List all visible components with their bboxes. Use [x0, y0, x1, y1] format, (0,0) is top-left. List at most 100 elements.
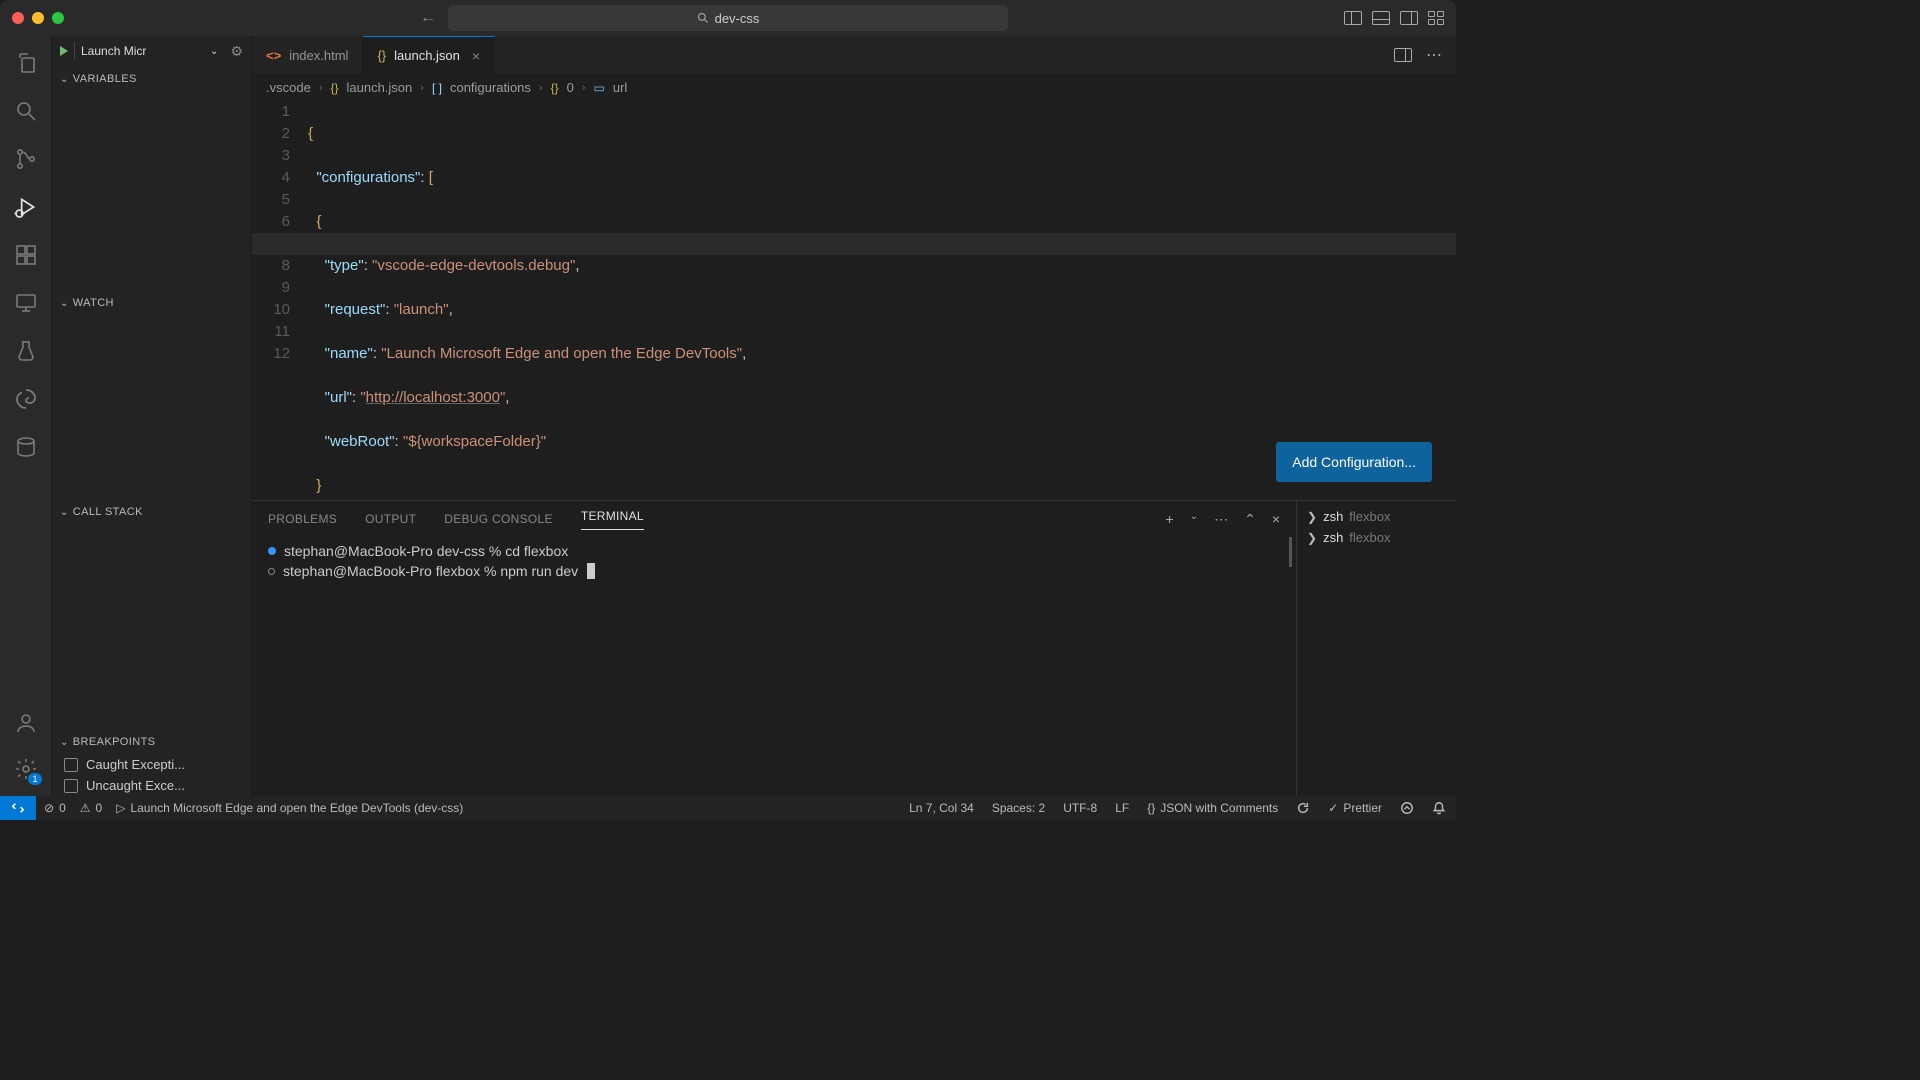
breadcrumb-item[interactable]: configurations: [450, 80, 531, 95]
feedback-icon[interactable]: [1400, 801, 1414, 815]
search-icon[interactable]: [13, 98, 39, 124]
terminal-output[interactable]: stephan@MacBook-Pro dev-css % cd flexbox…: [252, 537, 1296, 796]
terminal-line: stephan@MacBook-Pro flexbox % npm run de…: [283, 561, 578, 581]
breadcrumb-item[interactable]: url: [613, 80, 627, 95]
remote-explorer-icon[interactable]: [13, 290, 39, 316]
debug-alt-icon: ▷: [116, 801, 125, 815]
more-actions-icon[interactable]: ⋯: [1214, 511, 1228, 528]
breakpoint-item[interactable]: Caught Excepti...: [52, 754, 251, 775]
remote-indicator[interactable]: [0, 796, 36, 820]
debug-settings-icon[interactable]: ⚙: [230, 43, 243, 60]
prettier-status[interactable]: ✓Prettier: [1328, 801, 1382, 815]
close-window[interactable]: [12, 12, 24, 24]
terminal-cursor: [587, 563, 595, 579]
tab-launch-json[interactable]: {} launch.json ×: [363, 36, 495, 74]
close-tab-icon[interactable]: ×: [472, 48, 480, 64]
explorer-icon[interactable]: [13, 50, 39, 76]
tab-index-html[interactable]: <> index.html: [252, 36, 363, 74]
debug-toolbar: Launch Micr ⌄ ⚙: [52, 36, 251, 67]
maximize-window[interactable]: [52, 12, 64, 24]
breakpoint-item[interactable]: Uncaught Exce...: [52, 775, 251, 796]
breadcrumb-item[interactable]: launch.json: [347, 80, 413, 95]
tab-debug-console[interactable]: DEBUG CONSOLE: [444, 512, 553, 526]
terminal-icon: ❯: [1307, 510, 1317, 524]
html-file-icon: <>: [266, 48, 281, 63]
source-control-icon[interactable]: [13, 146, 39, 172]
titlebar: ← → dev-css: [0, 0, 1456, 36]
terminal-dropdown-icon[interactable]: ⌄: [1190, 511, 1198, 528]
indentation-status[interactable]: Spaces: 2: [992, 801, 1045, 815]
breakpoints-header[interactable]: ⌄BREAKPOINTS: [52, 730, 251, 754]
settings-gear-icon[interactable]: 1: [13, 756, 39, 782]
run-target-status[interactable]: ▷Launch Microsoft Edge and open the Edge…: [116, 801, 463, 815]
window-controls: [12, 12, 64, 24]
accounts-icon[interactable]: [13, 710, 39, 736]
search-icon: [697, 12, 709, 24]
tab-terminal[interactable]: TERMINAL: [581, 509, 644, 530]
sql-tools-icon[interactable]: [13, 434, 39, 460]
terminal-icon: ❯: [1307, 531, 1317, 545]
terminal-marker-icon: [268, 568, 275, 575]
language-mode[interactable]: {}JSON with Comments: [1147, 801, 1278, 815]
code-editor[interactable]: 123456789101112 { "configurations": [ { …: [252, 101, 1456, 500]
maximize-panel-icon[interactable]: ⌃: [1244, 511, 1256, 528]
watch-header[interactable]: ⌄WATCH: [52, 291, 251, 315]
check-icon: ✓: [1328, 801, 1338, 815]
editor-actions: ⋯: [1394, 36, 1456, 74]
breadcrumb[interactable]: .vscode› {} launch.json› [ ] configurati…: [252, 74, 1456, 101]
callstack-header[interactable]: ⌄CALL STACK: [52, 500, 251, 524]
toggle-panel-icon[interactable]: [1372, 11, 1390, 25]
string-icon: ▭: [594, 81, 605, 95]
status-bar: ⊘0 ⚠0 ▷Launch Microsoft Edge and open th…: [0, 796, 1456, 820]
code-content[interactable]: { "configurations": [ { "type": "vscode-…: [308, 101, 1456, 500]
tab-label: index.html: [289, 48, 348, 63]
customize-layout-icon[interactable]: [1428, 11, 1444, 25]
activity-bar: 1: [0, 36, 52, 796]
notifications-icon[interactable]: [1432, 801, 1446, 815]
editor-area: <> index.html {} launch.json × ⋯ .vscode…: [252, 36, 1456, 796]
command-center[interactable]: dev-css: [448, 5, 1008, 31]
new-terminal-icon[interactable]: +: [1166, 511, 1174, 528]
edge-devtools-icon[interactable]: [13, 386, 39, 412]
bottom-panel: PROBLEMS OUTPUT DEBUG CONSOLE TERMINAL +…: [252, 500, 1456, 796]
eol-status[interactable]: LF: [1115, 801, 1129, 815]
close-panel-icon[interactable]: ×: [1272, 511, 1280, 528]
breakpoint-checkbox[interactable]: [64, 758, 78, 772]
nav-back-icon[interactable]: ←: [420, 9, 436, 27]
encoding-status[interactable]: UTF-8: [1063, 801, 1097, 815]
sync-icon: [1296, 801, 1310, 815]
array-icon: [ ]: [432, 81, 442, 95]
extensions-icon[interactable]: [13, 242, 39, 268]
cursor-position[interactable]: Ln 7, Col 34: [909, 801, 974, 815]
split-editor-icon[interactable]: [1394, 48, 1412, 62]
terminal-item[interactable]: ❯zshflexbox: [1307, 509, 1446, 524]
add-configuration-button[interactable]: Add Configuration...: [1276, 442, 1432, 482]
tab-output[interactable]: OUTPUT: [365, 512, 416, 526]
chevron-down-icon: ⌄: [210, 46, 218, 57]
breakpoint-checkbox[interactable]: [64, 779, 78, 793]
settings-badge: 1: [28, 773, 41, 785]
toggle-secondary-sidebar-icon[interactable]: [1400, 11, 1418, 25]
testing-icon[interactable]: [13, 338, 39, 364]
sync-status[interactable]: [1296, 801, 1310, 815]
more-actions-icon[interactable]: ⋯: [1426, 45, 1442, 65]
debug-config-select[interactable]: Launch Micr ⌄: [74, 42, 224, 60]
start-debug-button[interactable]: [60, 46, 68, 56]
terminal-marker-icon: [268, 547, 276, 555]
toggle-primary-sidebar-icon[interactable]: [1344, 11, 1362, 25]
variables-header[interactable]: ⌄VARIABLES: [52, 67, 251, 91]
layout-controls: [1344, 11, 1444, 25]
warnings-status[interactable]: ⚠0: [80, 801, 102, 815]
terminal-item[interactable]: ❯zshflexbox: [1307, 530, 1446, 545]
tab-label: launch.json: [394, 48, 460, 63]
tab-problems[interactable]: PROBLEMS: [268, 512, 337, 526]
breadcrumb-item[interactable]: .vscode: [266, 80, 311, 95]
debug-sidebar: Launch Micr ⌄ ⚙ ⌄VARIABLES ⌄WATCH ⌄CALL …: [52, 36, 252, 796]
json-file-icon: {}: [330, 81, 338, 95]
minimize-window[interactable]: [32, 12, 44, 24]
run-debug-icon[interactable]: [13, 194, 39, 220]
breadcrumb-item[interactable]: 0: [567, 80, 574, 95]
json-file-icon: {}: [377, 48, 386, 63]
errors-status[interactable]: ⊘0: [44, 801, 66, 815]
error-icon: ⊘: [44, 801, 54, 815]
